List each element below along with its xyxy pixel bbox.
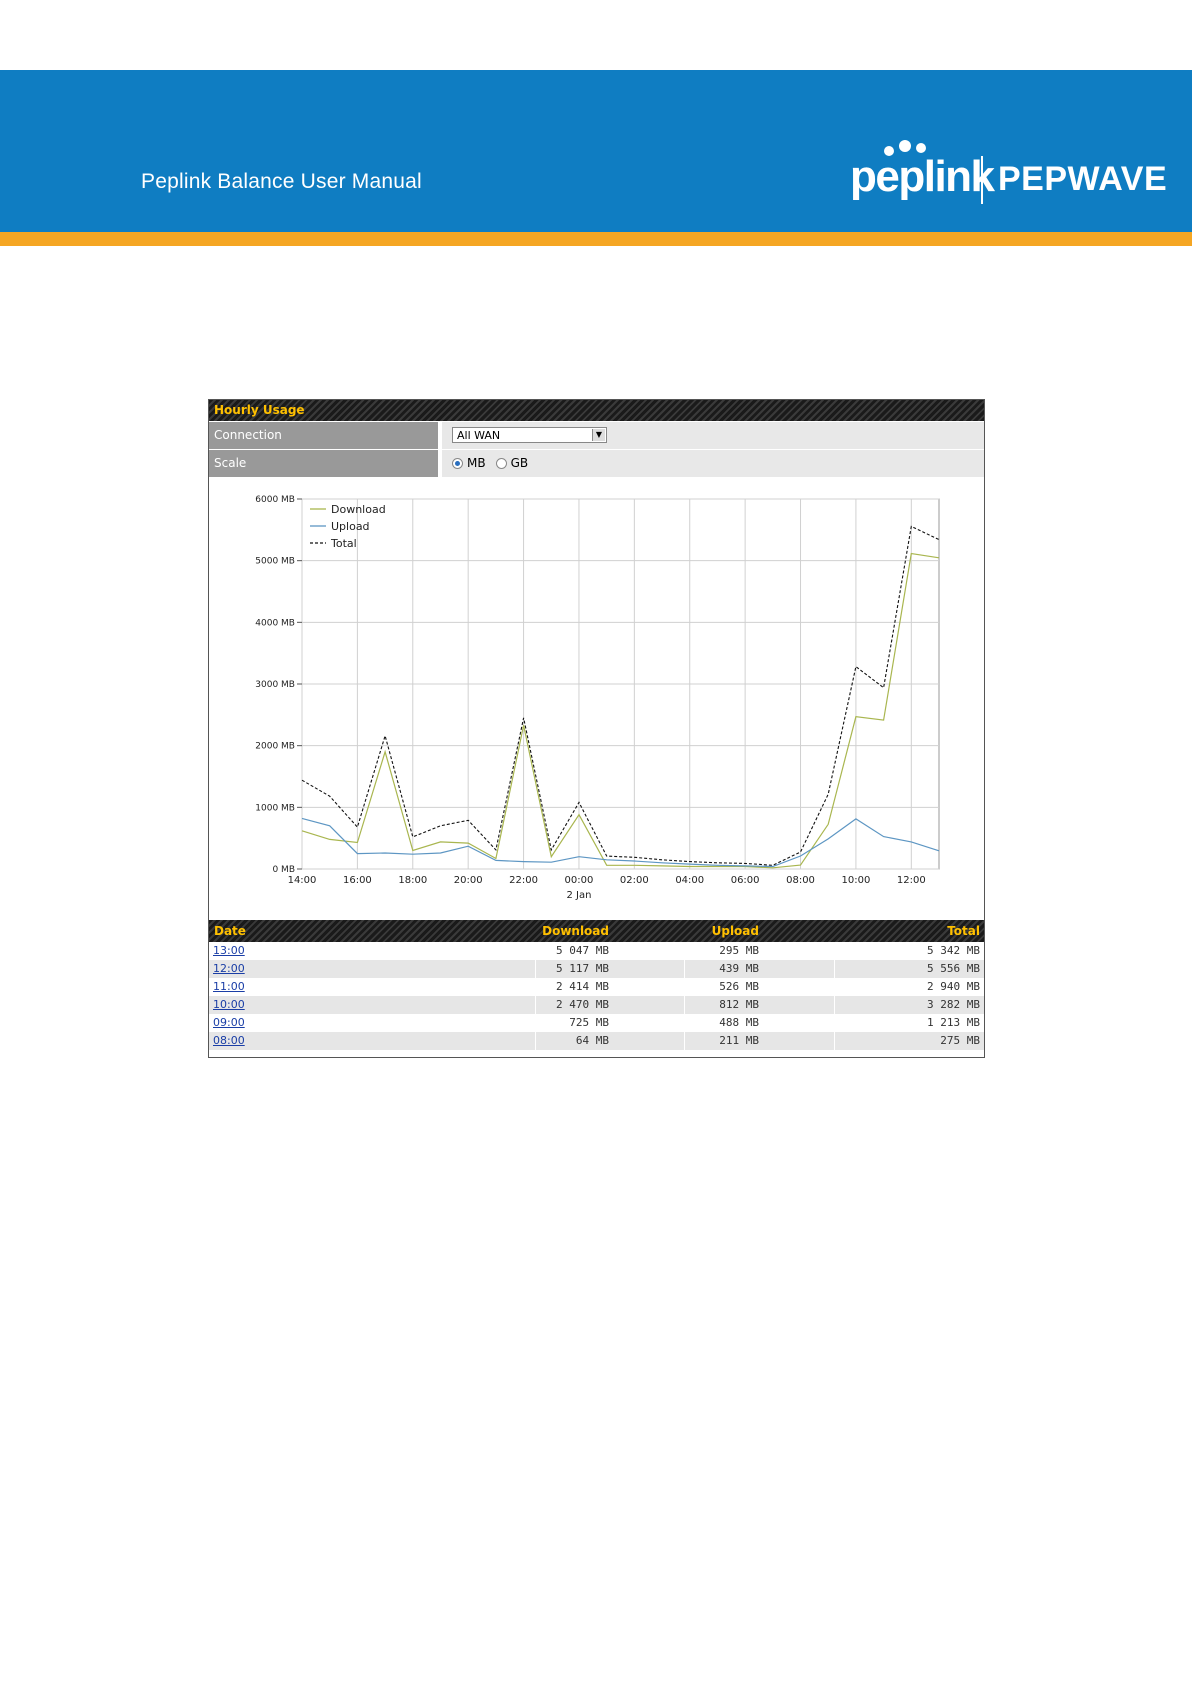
row-total: 5 556 MB xyxy=(927,962,980,975)
row-date-link[interactable]: 10:00 xyxy=(213,996,245,1014)
legend-label-total: Total xyxy=(330,537,357,550)
column-divider xyxy=(535,1032,536,1050)
x-tick-label: 20:00 xyxy=(454,875,483,886)
scale-option-gb-label: GB xyxy=(510,456,529,470)
x-tick-label: 08:00 xyxy=(786,875,815,886)
y-tick-label: 1000 MB xyxy=(255,803,295,813)
x-tick-label: 04:00 xyxy=(675,875,704,886)
row-total: 2 940 MB xyxy=(927,980,980,993)
table-row: 11:00 2 414 MB 526 MB 2 940 MB xyxy=(209,978,984,996)
row-download: 2 414 MB xyxy=(556,980,609,993)
column-divider xyxy=(535,996,536,1014)
y-tick-label: 0 MB xyxy=(272,865,295,875)
connection-row: Connection All WAN ▼ xyxy=(209,421,984,449)
row-upload: 439 MB xyxy=(719,962,759,975)
connection-select-value: All WAN xyxy=(457,429,501,442)
row-upload: 526 MB xyxy=(719,980,759,993)
connection-value-cell: All WAN ▼ xyxy=(442,422,984,449)
scale-label: Scale xyxy=(209,450,440,477)
row-date-link[interactable]: 08:00 xyxy=(213,1032,245,1050)
y-tick-label: 6000 MB xyxy=(255,495,295,505)
scale-radio-mb[interactable] xyxy=(452,457,463,469)
table-row: 13:00 5 047 MB 295 MB 5 342 MB xyxy=(209,942,984,960)
row-download: 725 MB xyxy=(569,1016,609,1029)
y-tick-label: 3000 MB xyxy=(255,680,295,690)
row-upload: 211 MB xyxy=(719,1034,759,1047)
table-row: 12:00 5 117 MB 439 MB 5 556 MB xyxy=(209,960,984,978)
column-divider xyxy=(684,960,685,978)
column-divider xyxy=(834,996,835,1014)
x-tick-label: 16:00 xyxy=(343,875,372,886)
y-tick-label: 5000 MB xyxy=(255,557,295,567)
row-upload: 295 MB xyxy=(719,944,759,957)
scale-radio-gb[interactable] xyxy=(495,457,507,469)
panel-title: Hourly Usage xyxy=(209,400,984,421)
logo-peplink-text: peplink xyxy=(850,152,995,201)
row-date-link[interactable]: 13:00 xyxy=(213,942,245,960)
scale-radio-group: MB GB xyxy=(452,456,528,470)
x-tick-label: 22:00 xyxy=(509,875,538,886)
column-divider xyxy=(684,1032,685,1050)
legend-label-upload: Upload xyxy=(331,520,370,533)
legend-label-download: Download xyxy=(331,503,386,516)
scale-row: Scale MB GB xyxy=(209,449,984,477)
table-row: 10:00 2 470 MB 812 MB 3 282 MB xyxy=(209,996,984,1014)
table-row: 09:00 725 MB 488 MB 1 213 MB xyxy=(209,1014,984,1032)
column-divider xyxy=(834,960,835,978)
connection-select[interactable]: All WAN ▼ xyxy=(452,427,607,443)
manual-title: Peplink Balance User Manual xyxy=(141,170,422,193)
usage-chart-area: 14:00 16:00 18:00 20:00 22:00 00:00 02:00 04:00… xyxy=(209,477,984,920)
col-total-header: Total xyxy=(947,924,980,938)
usage-table-body: 13:00 5 047 MB 295 MB 5 342 MB 12:00 5 1… xyxy=(209,942,984,1050)
usage-table-header: Date Download Upload Total xyxy=(209,920,984,942)
row-download: 2 470 MB xyxy=(556,998,609,1011)
row-date-link[interactable]: 09:00 xyxy=(213,1014,245,1032)
row-total: 3 282 MB xyxy=(927,998,980,1011)
col-date-header: Date xyxy=(214,924,246,938)
row-total: 1 213 MB xyxy=(927,1016,980,1029)
x-tick-label: 14:00 xyxy=(288,875,317,886)
col-download-header: Download xyxy=(542,924,609,938)
y-tick-label: 4000 MB xyxy=(255,618,295,628)
col-upload-header: Upload xyxy=(711,924,759,938)
row-upload: 812 MB xyxy=(719,998,759,1011)
x-tick-label: 10:00 xyxy=(841,875,870,886)
row-date-link[interactable]: 11:00 xyxy=(213,978,245,996)
chevron-down-icon[interactable]: ▼ xyxy=(592,429,605,441)
header-accent-stripe xyxy=(0,232,1192,246)
row-download: 5 117 MB xyxy=(556,962,609,975)
x-tick-label: 02:00 xyxy=(620,875,649,886)
column-divider xyxy=(684,996,685,1014)
row-download: 64 MB xyxy=(575,1034,609,1047)
x-tick-label: 00:00 xyxy=(565,875,594,886)
brand-logo: peplink PEPWAVE xyxy=(850,130,1167,210)
logo-pepwave-text: PEPWAVE xyxy=(998,160,1168,198)
row-date-link[interactable]: 12:00 xyxy=(213,960,245,978)
column-divider xyxy=(834,1032,835,1050)
column-divider xyxy=(535,960,536,978)
hourly-usage-panel: Hourly Usage Connection All WAN ▼ Scale … xyxy=(208,399,985,1058)
x-sub-label: 2 Jan xyxy=(566,890,591,901)
table-row: 08:00 64 MB 211 MB 275 MB xyxy=(209,1032,984,1050)
logo-divider xyxy=(981,156,983,204)
row-total: 5 342 MB xyxy=(927,944,980,957)
row-total: 275 MB xyxy=(940,1034,980,1047)
scale-value-cell: MB GB xyxy=(442,450,984,477)
x-tick-label: 18:00 xyxy=(398,875,427,886)
x-tick-label: 12:00 xyxy=(897,875,926,886)
row-upload: 488 MB xyxy=(719,1016,759,1029)
scale-option-mb-label: MB xyxy=(467,456,486,470)
usage-line-chart: 14:00 16:00 18:00 20:00 22:00 00:00 02:00 04:00… xyxy=(255,495,940,901)
x-tick-label: 06:00 xyxy=(731,875,760,886)
row-download: 5 047 MB xyxy=(556,944,609,957)
connection-label: Connection xyxy=(209,422,440,449)
y-tick-label: 2000 MB xyxy=(255,742,295,752)
